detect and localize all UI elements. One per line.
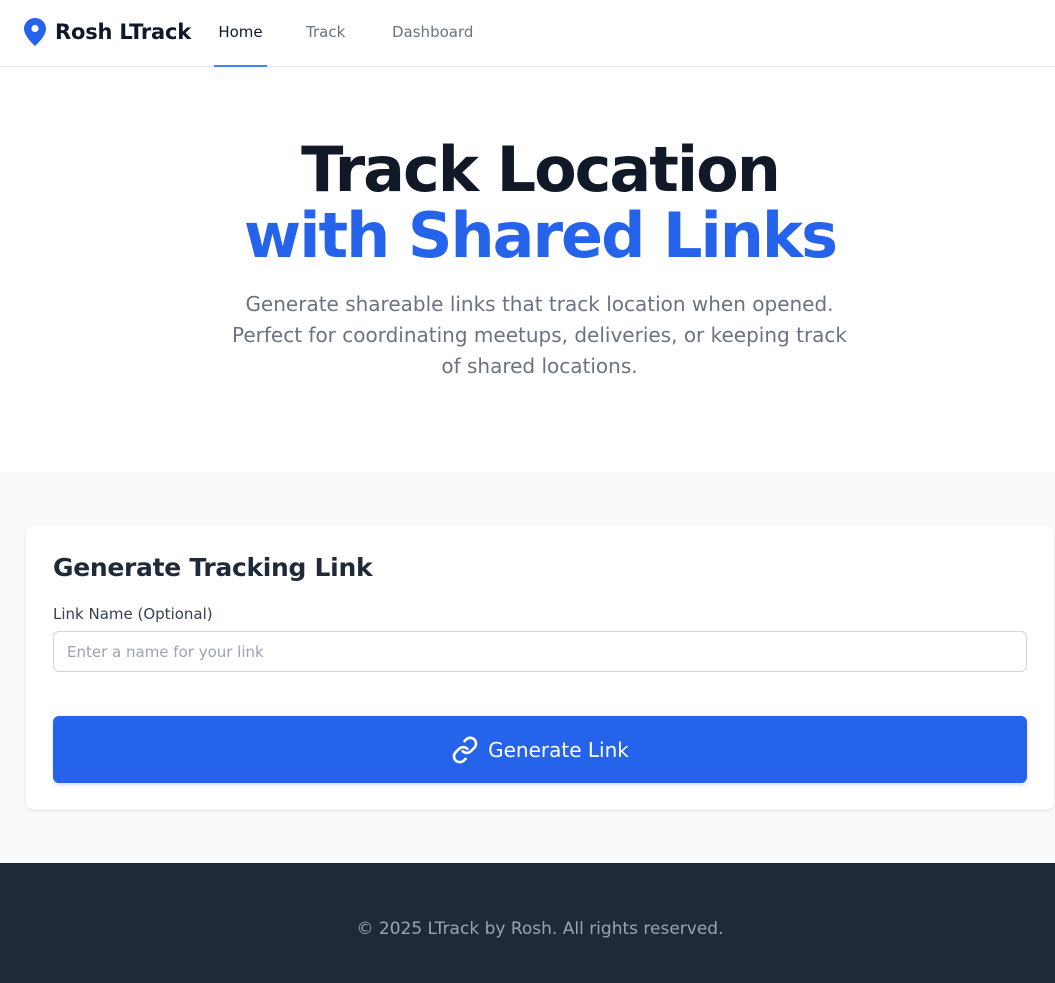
footer-copyright: © 2025 LTrack by Rosh. All rights reserv…	[356, 919, 724, 939]
hero-section: Track Location with Shared Links Generat…	[0, 67, 1055, 472]
generator-section: Generate Tracking Link Link Name (Option…	[0, 472, 1055, 863]
generate-link-button[interactable]: Generate Link	[53, 716, 1027, 783]
map-pin-icon	[24, 18, 46, 46]
hero-title-line1: Track Location	[301, 133, 781, 206]
top-navbar: Rosh LTrack Home Track Dashboard	[0, 0, 1055, 67]
nav-home[interactable]: Home	[214, 0, 267, 67]
generator-title: Generate Tracking Link	[53, 553, 373, 582]
footer: © 2025 LTrack by Rosh. All rights reserv…	[0, 863, 1055, 983]
generate-link-label: Generate Link	[488, 737, 629, 762]
link-icon	[452, 736, 478, 763]
brand[interactable]: Rosh LTrack	[24, 17, 191, 47]
link-name-input[interactable]	[53, 631, 1027, 672]
link-name-label: Link Name (Optional)	[53, 605, 213, 623]
hero-title-line2: with Shared Links	[243, 199, 838, 272]
generator-card: Generate Tracking Link Link Name (Option…	[26, 525, 1054, 810]
nav-dashboard[interactable]: Dashboard	[392, 0, 473, 67]
nav-track[interactable]: Track	[306, 0, 345, 67]
hero-subtitle: Generate shareable links that track loca…	[231, 292, 847, 378]
brand-name: Rosh LTrack	[55, 20, 192, 44]
